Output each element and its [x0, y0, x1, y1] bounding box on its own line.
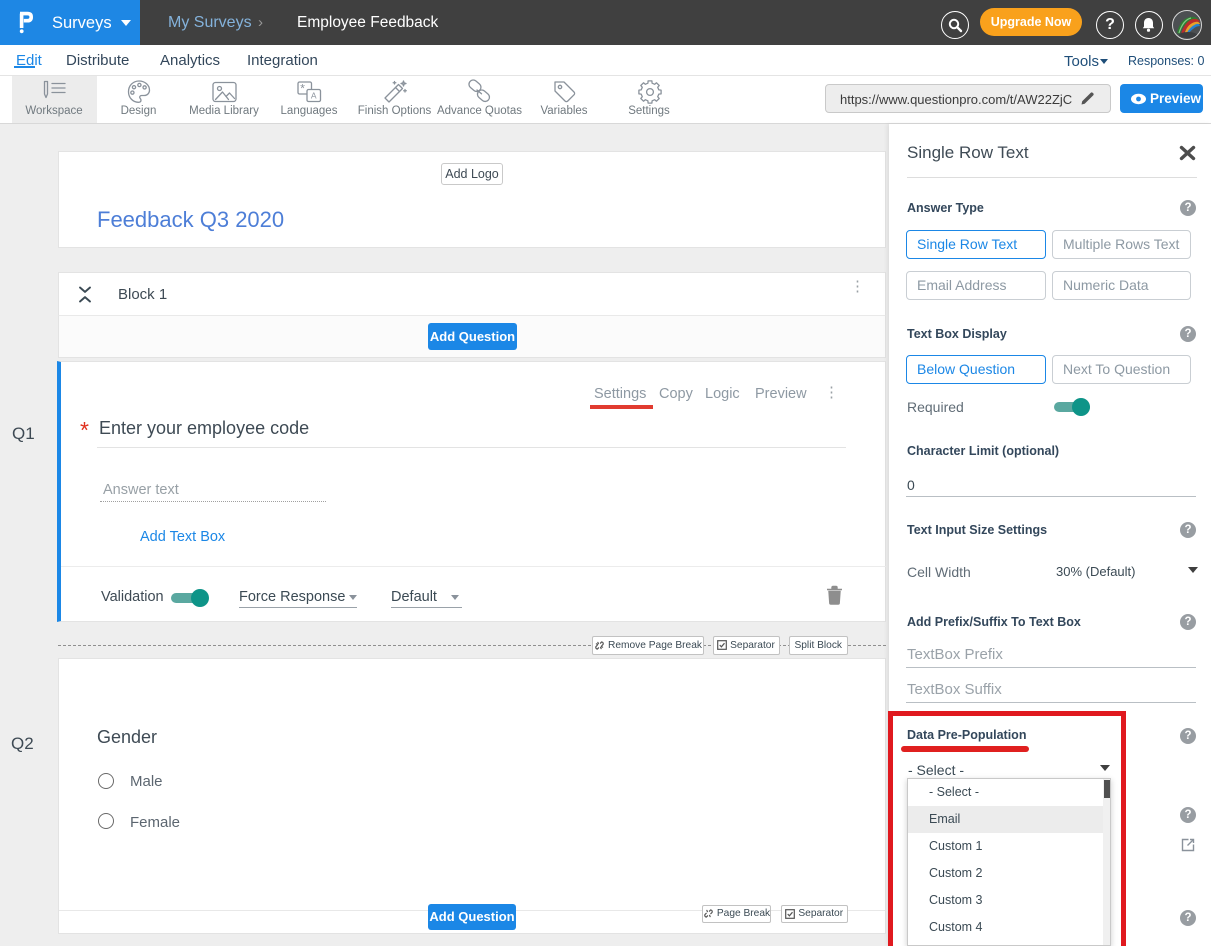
svg-text:A: A: [311, 91, 317, 101]
svg-text:*: *: [300, 82, 305, 96]
